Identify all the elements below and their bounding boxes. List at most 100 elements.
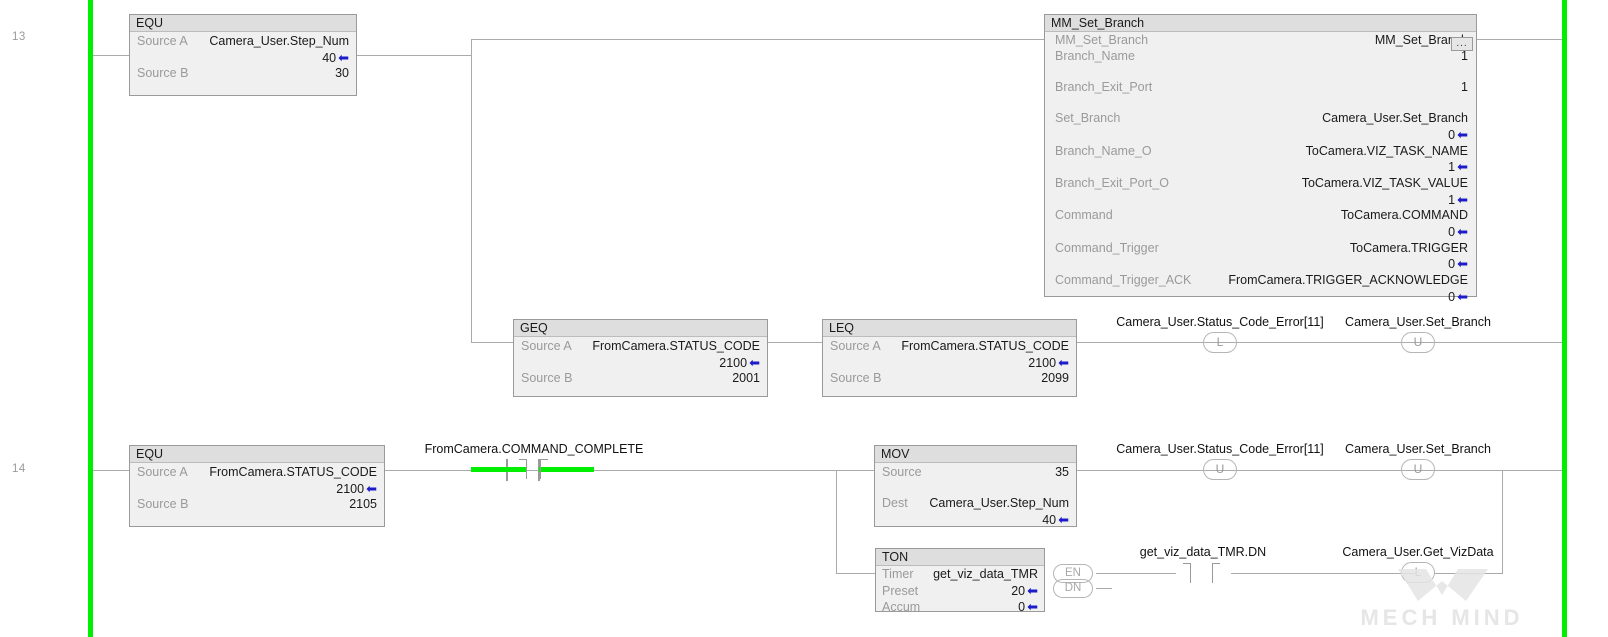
param-row: MM_Set_Branch MM_Set_Branch bbox=[1055, 33, 1468, 49]
param-label: Source B bbox=[830, 371, 882, 385]
dn-contact-cap-tl bbox=[1183, 563, 1191, 564]
param-value: 2001 bbox=[732, 371, 760, 385]
param-value: 30 bbox=[335, 66, 349, 80]
block-title: MOV bbox=[875, 446, 1076, 463]
wire-rung13-to-mm bbox=[471, 39, 1045, 40]
param-label: Command_Trigger_ACK bbox=[1055, 272, 1192, 287]
contact-cap-a bbox=[519, 459, 527, 460]
param-label: Source B bbox=[137, 66, 189, 80]
coil-latch-get-vizdata[interactable]: Camera_User.Get_VizData L bbox=[1342, 545, 1494, 583]
param-value-line: 2100 ⬅ bbox=[521, 355, 760, 372]
contact-bar-a bbox=[526, 459, 527, 479]
coil-unlatch-set-branch[interactable]: Camera_User.Set_Branch U bbox=[1345, 315, 1491, 353]
value-arrow-icon: ⬅ bbox=[338, 49, 349, 65]
wire-rung14-return-vert bbox=[1502, 470, 1503, 574]
param-value: 2100 bbox=[1028, 355, 1057, 370]
param-row: Command_Trigger ToCamera.TRIGGER bbox=[1055, 241, 1468, 257]
param-row: Source B 2105 bbox=[137, 497, 377, 513]
value-arrow-icon: ⬅ bbox=[1027, 582, 1038, 598]
param-row: Accum 0 ⬅ bbox=[882, 599, 1038, 616]
block-equ-rung14[interactable]: EQU Source A FromCamera.STATUS_CODE 2100… bbox=[129, 445, 385, 527]
contact-xic-get-viz-data-tmr-dn[interactable]: get_viz_data_TMR.DN bbox=[1140, 545, 1266, 584]
param-row: Branch_Name 1 bbox=[1055, 49, 1468, 65]
block-equ-rung13[interactable]: EQU Source A Camera_User.Step_Num 40 ⬅ So… bbox=[129, 14, 357, 96]
param-tag: ToCamera.COMMAND bbox=[1340, 208, 1468, 223]
param-row: Command ToCamera.COMMAND bbox=[1055, 208, 1468, 224]
param-value-line: 2100 ⬅ bbox=[137, 481, 377, 498]
coil-tag-label: Camera_User.Status_Code_Error[11] bbox=[1116, 442, 1324, 456]
value-arrow-icon: ⬅ bbox=[1457, 159, 1468, 175]
param-label: Set_Branch bbox=[1055, 111, 1121, 126]
dn-contact-bar-left bbox=[1190, 563, 1191, 583]
param-value-line: 40 ⬅ bbox=[882, 512, 1069, 529]
param-value-line: 0 ⬅ bbox=[1055, 127, 1468, 144]
param-label: Source A bbox=[137, 34, 188, 48]
param-tag: get_viz_data_TMR bbox=[933, 567, 1038, 581]
coil-tag-label: Camera_User.Get_VizData bbox=[1342, 545, 1494, 559]
wire-rung14-ton-en-out bbox=[1096, 573, 1176, 574]
coil-tag-label: Camera_User.Set_Branch bbox=[1345, 315, 1491, 329]
coil-latch-status-code-error[interactable]: Camera_User.Status_Code_Error[11] L bbox=[1116, 315, 1324, 353]
block-ton-rung14[interactable]: TON Timer get_viz_data_TMR Preset 20 ⬅ Ac… bbox=[875, 548, 1045, 614]
block-mov-rung14[interactable]: MOV Source 35 Dest Camera_User.Step_Num … bbox=[874, 445, 1077, 527]
param-value: 40 bbox=[1042, 512, 1057, 527]
param-tag: ToCamera.TRIGGER bbox=[1349, 240, 1468, 255]
param-tag: FromCamera.STATUS_CODE bbox=[592, 339, 760, 353]
param-value: 2105 bbox=[349, 497, 377, 511]
param-tag: ToCamera.VIZ_TASK_VALUE bbox=[1301, 175, 1468, 190]
param-value: 1 bbox=[1461, 80, 1468, 95]
param-label: Timer bbox=[882, 567, 914, 581]
param-label: Source B bbox=[137, 497, 189, 511]
dn-contact-cap-tr bbox=[1212, 563, 1220, 564]
wire-rung13-leq-coils bbox=[1077, 342, 1562, 343]
dn-contact-bar-right bbox=[1212, 563, 1213, 583]
param-row: Branch_Name_O ToCamera.VIZ_TASK_NAME bbox=[1055, 144, 1468, 160]
coil-unlatch-set-branch-rung14[interactable]: Camera_User.Set_Branch U bbox=[1345, 442, 1491, 480]
wire-rung13-equ-out bbox=[357, 55, 472, 56]
wire-rung13-to-geq bbox=[471, 342, 513, 343]
wire-rung14-getviz-out bbox=[1434, 573, 1502, 574]
coil-letter: U bbox=[1413, 335, 1423, 349]
wire-rung14-equ-out bbox=[385, 470, 473, 471]
wire-rung14-contacts-out bbox=[593, 470, 836, 471]
param-label: Source B bbox=[521, 371, 573, 385]
wire-rung13-mm-riser bbox=[471, 39, 472, 56]
param-row: Source B 2001 bbox=[521, 371, 760, 387]
param-spacer bbox=[882, 481, 1069, 497]
param-value: 20 bbox=[1011, 583, 1026, 598]
value-arrow-icon: ⬅ bbox=[1457, 191, 1468, 207]
browse-ellipsis-button[interactable]: ... bbox=[1451, 37, 1473, 51]
value-arrow-icon: ⬅ bbox=[1027, 599, 1038, 614]
coil-letter: U bbox=[1215, 462, 1225, 476]
param-tag: Camera_User.Step_Num bbox=[209, 34, 349, 48]
param-label: Accum bbox=[882, 600, 921, 614]
block-leq-rung13[interactable]: LEQ Source A FromCamera.STATUS_CODE 2100… bbox=[822, 319, 1077, 397]
left-power-rail bbox=[88, 0, 93, 637]
value-arrow-icon: ⬅ bbox=[1457, 256, 1468, 272]
param-value: 2100 bbox=[719, 355, 748, 370]
coil-letter: L bbox=[1216, 335, 1224, 349]
param-row: Source A FromCamera.STATUS_CODE bbox=[521, 339, 760, 355]
value-arrow-icon: ⬅ bbox=[1457, 288, 1468, 304]
param-value-line: 40 ⬅ bbox=[137, 50, 349, 67]
watermark: MECH MIND bbox=[1322, 567, 1562, 633]
param-value: 0 bbox=[1018, 600, 1026, 614]
param-label: Branch_Exit_Port bbox=[1055, 80, 1153, 95]
param-row: Source A Camera_User.Step_Num bbox=[137, 34, 349, 50]
param-row: Source A FromCamera.STATUS_CODE bbox=[830, 339, 1069, 355]
ton-output-dn: DN bbox=[1053, 579, 1093, 598]
param-label: Command bbox=[1055, 208, 1113, 223]
block-mm-set-branch[interactable]: MM_Set_Branch ... MM_Set_Branch MM_Set_B… bbox=[1044, 14, 1477, 304]
ladder-logic-canvas: 13 EQU Source A Camera_User.Step_Num 40 ⬅… bbox=[0, 0, 1608, 637]
wire-rung14-in bbox=[93, 470, 129, 471]
coil-unlatch-status-code-error[interactable]: Camera_User.Status_Code_Error[11] U bbox=[1116, 442, 1324, 480]
param-value-line: 1 ⬅ bbox=[1055, 159, 1468, 176]
coil-letter: U bbox=[1413, 462, 1423, 476]
param-tag: Camera_User.Set_Branch bbox=[1322, 111, 1468, 126]
wire-rung13-branch-vert bbox=[471, 55, 472, 342]
block-geq-rung13[interactable]: GEQ Source A FromCamera.STATUS_CODE 2100… bbox=[513, 319, 768, 397]
param-label: Preset bbox=[882, 583, 919, 598]
param-tag: Camera_User.Step_Num bbox=[929, 496, 1069, 510]
param-row: Set_Branch Camera_User.Set_Branch bbox=[1055, 111, 1468, 127]
value-arrow-icon: ⬅ bbox=[1457, 224, 1468, 240]
